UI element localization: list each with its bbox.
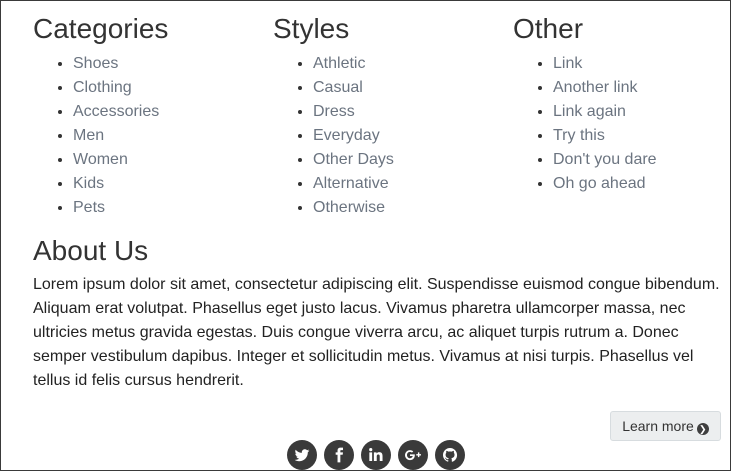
style-link-athletic[interactable]: Athletic	[313, 55, 365, 72]
twitter-icon[interactable]	[287, 440, 317, 470]
categories-column: Categories Shoes Clothing Accessories Me…	[33, 13, 253, 220]
categories-list: Shoes Clothing Accessories Men Women Kid…	[33, 52, 253, 220]
style-link-casual[interactable]: Casual	[313, 79, 363, 96]
list-item: Alternative	[313, 172, 493, 196]
other-list: Link Another link Link again Try this Do…	[513, 52, 730, 196]
arrow-circle-right-icon: ❯	[696, 423, 709, 435]
google-plus-icon[interactable]	[398, 440, 428, 470]
about-section: About Us Lorem ipsum dolor sit amet, con…	[33, 235, 723, 393]
list-item: Accessories	[73, 100, 253, 124]
style-link-other-days[interactable]: Other Days	[313, 151, 394, 168]
list-item: Pets	[73, 196, 253, 220]
link-columns: Categories Shoes Clothing Accessories Me…	[33, 13, 723, 223]
style-link-otherwise[interactable]: Otherwise	[313, 199, 385, 216]
list-item: Kids	[73, 172, 253, 196]
other-link-another-link[interactable]: Another link	[553, 79, 638, 96]
list-item: Men	[73, 124, 253, 148]
list-item: Everyday	[313, 124, 493, 148]
style-link-dress[interactable]: Dress	[313, 103, 355, 120]
social-links	[287, 440, 467, 470]
category-link-pets[interactable]: Pets	[73, 199, 105, 216]
linkedin-icon[interactable]	[361, 440, 391, 470]
category-link-women[interactable]: Women	[73, 151, 128, 168]
other-link-dont-you-dare[interactable]: Don't you dare	[553, 151, 657, 168]
learn-more-button[interactable]: Learn more ❯	[610, 411, 721, 441]
styles-column: Styles Athletic Casual Dress Everyday Ot…	[273, 13, 493, 220]
list-item: Try this	[553, 124, 730, 148]
list-item: Other Days	[313, 148, 493, 172]
page-frame: Categories Shoes Clothing Accessories Me…	[0, 0, 731, 471]
category-link-men[interactable]: Men	[73, 127, 104, 144]
category-link-kids[interactable]: Kids	[73, 175, 104, 192]
list-item: Dress	[313, 100, 493, 124]
list-item: Don't you dare	[553, 148, 730, 172]
style-link-everyday[interactable]: Everyday	[313, 127, 380, 144]
category-link-shoes[interactable]: Shoes	[73, 55, 118, 72]
list-item: Casual	[313, 76, 493, 100]
list-item: Clothing	[73, 76, 253, 100]
list-item: Shoes	[73, 52, 253, 76]
other-heading: Other	[513, 13, 584, 44]
category-link-clothing[interactable]: Clothing	[73, 79, 132, 96]
about-body: Lorem ipsum dolor sit amet, consectetur …	[33, 276, 720, 389]
other-link-link[interactable]: Link	[553, 55, 582, 72]
styles-heading: Styles	[273, 13, 350, 44]
list-item: Oh go ahead	[553, 172, 730, 196]
list-item: Another link	[553, 76, 730, 100]
styles-list: Athletic Casual Dress Everyday Other Day…	[273, 52, 493, 220]
about-heading: About Us	[33, 235, 149, 266]
other-column: Other Link Another link Link again Try t…	[513, 13, 730, 196]
list-item: Link again	[553, 100, 730, 124]
categories-heading: Categories	[33, 13, 169, 44]
list-item: Athletic	[313, 52, 493, 76]
facebook-icon[interactable]	[324, 440, 354, 470]
github-icon[interactable]	[435, 440, 465, 470]
other-link-try-this[interactable]: Try this	[553, 127, 605, 144]
learn-more-label: Learn more	[622, 418, 694, 434]
other-link-link-again[interactable]: Link again	[553, 103, 626, 120]
list-item: Otherwise	[313, 196, 493, 220]
category-link-accessories[interactable]: Accessories	[73, 103, 159, 120]
other-link-oh-go-ahead[interactable]: Oh go ahead	[553, 175, 646, 192]
list-item: Women	[73, 148, 253, 172]
style-link-alternative[interactable]: Alternative	[313, 175, 389, 192]
list-item: Link	[553, 52, 730, 76]
